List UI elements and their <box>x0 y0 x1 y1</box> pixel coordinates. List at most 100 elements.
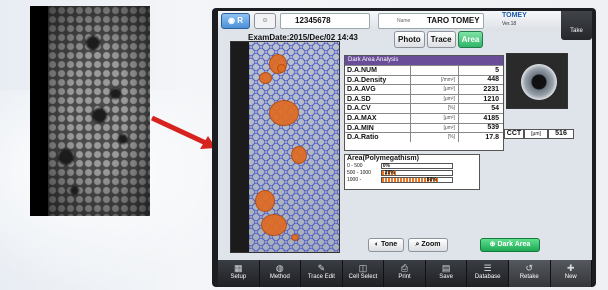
toolbar-button-retake[interactable]: ↺ Retake <box>508 260 551 287</box>
histogram-percent: 20% <box>384 169 395 176</box>
toolbar-label: Save <box>439 274 453 280</box>
patient-name-field[interactable]: Name TARO TOMEY <box>378 13 484 29</box>
toolbar-button-trace-edit[interactable]: ✎ Trace Edit <box>301 260 343 287</box>
tab-photo[interactable]: Photo <box>394 31 425 48</box>
cct-value: 516 <box>548 129 574 139</box>
version-label: Ver.18 <box>502 21 517 27</box>
toolbar-label: Database <box>474 274 501 280</box>
toolbar-label: Print <box>398 274 411 280</box>
row-value: 4185 <box>483 114 499 122</box>
row-value: 539 <box>487 124 499 132</box>
trace-edit-icon: ✎ <box>317 263 326 273</box>
top-bar: ◉ R ☺ 12345678 Name TARO TOMEY TOMEY Ver.1… <box>218 11 592 31</box>
analysis-title: Dark Area Analysis <box>345 56 503 65</box>
table-row: D.A.Density [/mm²] 448 <box>345 74 503 85</box>
row-value: 448 <box>487 76 499 84</box>
table-row: D.A.SD [μm²] 1210 <box>345 93 503 104</box>
name-label: Name <box>397 18 411 24</box>
histogram-range: 0 - 500 <box>347 162 363 169</box>
row-key: D.A.MAX <box>345 113 411 123</box>
patient-id: 12345678 <box>295 16 331 25</box>
user-icon: ☺ <box>261 17 269 24</box>
row-value: 5 <box>495 66 499 74</box>
cct-readout: CCT [μm] 516 <box>504 129 574 139</box>
table-row: D.A.NUM 5 <box>345 65 503 75</box>
histogram-bar: 80% <box>381 176 453 183</box>
polymegathism-chart: Area(Polymegathism) 0 - 500 0% 500 - 1000 2… <box>344 154 480 190</box>
brand-logo: TOMEY Ver.18 <box>502 12 552 30</box>
cell-select-icon: ◫ <box>358 263 368 273</box>
table-row: D.A.MAX [μm²] 4185 <box>345 112 503 123</box>
cct-label: CCT <box>504 129 524 139</box>
patient-id-field[interactable]: 12345678 <box>280 13 370 29</box>
patient-button[interactable]: ☺ <box>254 13 276 29</box>
row-key: D.A.AVG <box>345 85 411 94</box>
histogram-range: 500 - 1000 <box>347 169 371 176</box>
tone-label: Tone <box>380 241 398 248</box>
eye-icon: ◉ <box>228 16 235 25</box>
tone-button[interactable]: ◐ Tone <box>368 238 404 252</box>
row-unit: [μm²] <box>411 94 459 104</box>
row-key: D.A.Ratio <box>345 133 411 142</box>
eye-button-label: R <box>237 16 243 25</box>
histogram-percent: 80% <box>426 176 437 183</box>
tab-area[interactable]: Area <box>457 31 484 48</box>
row-key: D.A.CV <box>345 104 411 113</box>
histogram-range: 1000 - <box>347 176 362 183</box>
dark-area-button[interactable]: ⊕ Dark Area <box>480 238 540 252</box>
view-tabs: Photo Trace Area <box>394 31 484 48</box>
table-row: D.A.MIN [μm²] 539 <box>345 122 503 133</box>
specular-microscopy-photo <box>30 6 150 216</box>
toolbar-button-database[interactable]: ☰ Database <box>467 260 509 287</box>
eye-preview-image[interactable] <box>506 53 568 109</box>
toolbar-button-new[interactable]: ✚ New <box>550 260 593 287</box>
histogram-bar: 0% <box>381 162 453 169</box>
toolbar-label: Method <box>269 274 290 280</box>
cct-unit: [μm] <box>524 129 548 139</box>
row-value: 2231 <box>483 85 499 93</box>
row-key: D.A.SD <box>345 94 411 104</box>
patient-name: TARO TOMEY <box>427 16 480 25</box>
row-value: 17.8 <box>485 133 499 141</box>
toolbar-label: Cell Select <box>348 274 378 280</box>
histogram-percent: 0% <box>382 162 390 169</box>
save-icon: ▤ <box>441 263 451 273</box>
toolbar-label: Retake <box>519 274 539 280</box>
zoom-button[interactable]: ⌕ Zoom <box>408 238 448 252</box>
eye-select-button[interactable]: ◉ R <box>221 13 250 29</box>
histogram-row: 0 - 500 0% <box>345 162 479 169</box>
toolbar-button-print[interactable]: ⎙ Print <box>384 260 426 287</box>
table-row: D.A.AVG [μm²] 2231 <box>345 84 503 94</box>
row-unit: [/mm²] <box>411 75 459 85</box>
row-key: D.A.NUM <box>345 66 411 75</box>
toolbar-button-cell-select[interactable]: ◫ Cell Select <box>343 260 385 287</box>
red-arrow-icon <box>150 115 216 149</box>
setup-icon: ▦ <box>234 263 243 273</box>
row-unit <box>411 66 459 75</box>
new-icon: ✚ <box>567 263 575 273</box>
method-icon: ◍ <box>275 263 284 273</box>
database-icon: ☰ <box>483 263 492 273</box>
row-unit: [%] <box>411 104 459 113</box>
toolbar-button-save[interactable]: ▤ Save <box>426 260 468 287</box>
dark-area-label: Dark Area <box>497 241 531 248</box>
histogram-row: 1000 - 80% <box>345 176 479 183</box>
traced-cell-image[interactable] <box>230 41 340 253</box>
take-button[interactable]: Take <box>561 11 592 40</box>
toolbar-button-method[interactable]: ◍ Method <box>260 260 302 287</box>
histogram-row: 500 - 1000 20% <box>345 169 479 176</box>
device-screen: ◉ R ☺ 12345678 Name TARO TOMEY TOMEY Ver.1… <box>218 11 592 260</box>
toolbar-label: New <box>564 274 577 280</box>
tab-trace[interactable]: Trace <box>426 31 456 48</box>
row-unit: [%] <box>411 133 459 142</box>
row-unit: [μm²] <box>411 113 459 123</box>
table-row: D.A.CV [%] 54 <box>345 103 503 113</box>
dark-area-analysis-table: Dark Area Analysis D.A.NUM 5 D.A.Density[… <box>344 55 504 151</box>
bottom-toolbar: ▦ Setup ◍ Method ✎ Trace Edit ◫ Cell Select ⎙ Pri… <box>218 260 593 287</box>
row-value: 1210 <box>483 95 499 103</box>
toolbar-label: Trace Edit <box>307 274 335 280</box>
row-key: D.A.Density <box>345 75 411 85</box>
polymegathism-title: Area(Polymegathism) <box>347 155 419 162</box>
histogram-bar: 20% <box>381 169 453 176</box>
toolbar-button-setup[interactable]: ▦ Setup <box>218 260 260 287</box>
